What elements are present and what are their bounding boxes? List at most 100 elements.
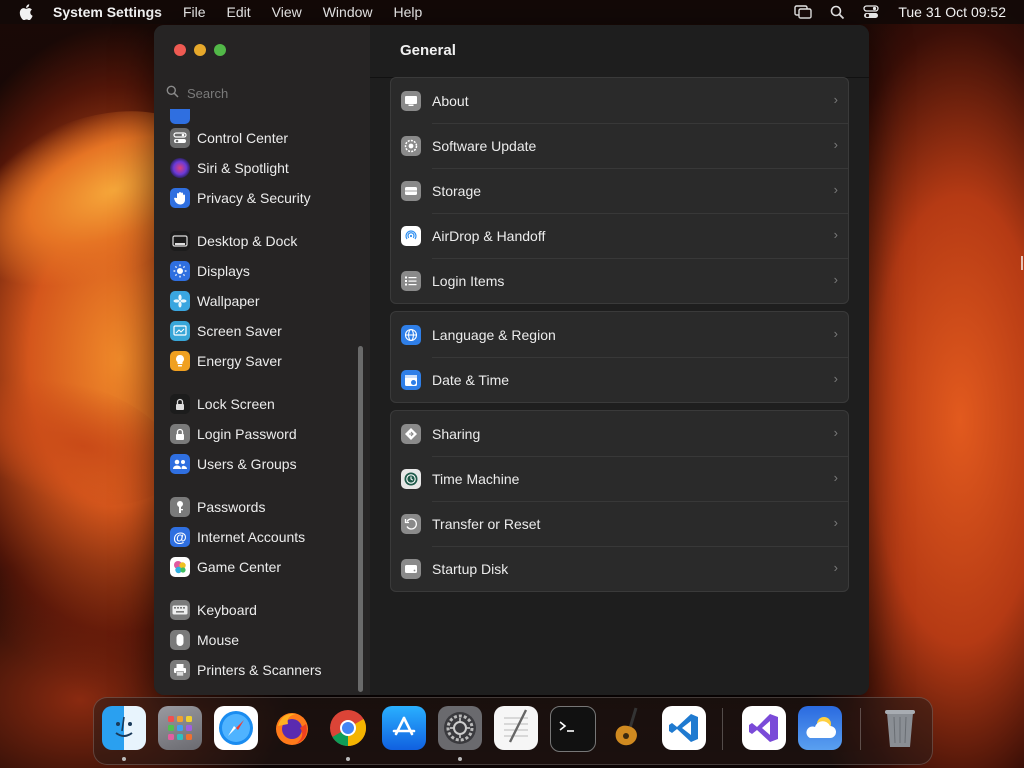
search-field[interactable] [166, 82, 354, 104]
screen-mirroring-icon[interactable] [792, 2, 814, 22]
sidebar-item-game-center[interactable]: Game Center [170, 554, 281, 580]
zoom-window-button[interactable] [214, 44, 226, 56]
row-transfer-reset[interactable]: Transfer or Reset › [391, 501, 848, 546]
sidebar-item-passwords[interactable]: Passwords [170, 494, 265, 520]
finder-icon[interactable] [102, 706, 146, 750]
file-menu[interactable]: File [183, 4, 206, 20]
app-name-menu[interactable]: System Settings [53, 4, 162, 20]
sun-icon [170, 261, 190, 281]
sidebar-scrollbar[interactable] [358, 346, 363, 692]
screen-saver-icon [170, 321, 190, 341]
sidebar-list: Control Center Siri & Spotlight Privacy … [154, 109, 360, 695]
sidebar-item-label: Game Center [197, 559, 282, 575]
edit-menu[interactable]: Edit [227, 4, 251, 20]
sidebar-item-privacy-security[interactable]: Privacy & Security [170, 185, 311, 211]
row-storage[interactable]: Storage › [391, 168, 848, 213]
search-input[interactable] [185, 84, 339, 102]
spotlight-search-icon[interactable] [826, 2, 848, 22]
dock [93, 697, 933, 765]
sidebar-item-label: Desktop & Dock [197, 233, 298, 249]
row-software-update[interactable]: Software Update › [391, 123, 848, 168]
chevron-right-icon: › [833, 182, 838, 197]
launchpad-icon[interactable] [158, 706, 202, 750]
row-time-machine[interactable]: Time Machine › [391, 456, 848, 501]
row-startup-disk[interactable]: Startup Disk › [391, 546, 848, 591]
dock-icon [170, 231, 190, 251]
view-menu[interactable]: View [272, 4, 302, 20]
chrome-icon[interactable] [326, 706, 370, 750]
row-date-time[interactable]: Date & Time › [391, 357, 848, 402]
reset-icon [401, 513, 421, 534]
row-label: Time Machine [432, 470, 520, 487]
row-airdrop-handoff[interactable]: AirDrop & Handoff › [391, 213, 848, 258]
sidebar-item-wallpaper[interactable]: Wallpaper [170, 288, 260, 314]
app-store-icon[interactable] [382, 706, 426, 750]
trash-icon[interactable] [878, 706, 922, 750]
textedit-icon[interactable] [494, 706, 538, 750]
row-about[interactable]: About › [391, 78, 848, 123]
garageband-icon[interactable] [606, 706, 650, 750]
menubar-clock[interactable]: Tue 31 Oct 09:52 [898, 4, 1006, 20]
sidebar-item-label: Energy Saver [197, 353, 282, 369]
sidebar-item-users-groups[interactable]: Users & Groups [170, 451, 297, 477]
sidebar-item-label: Lock Screen [197, 396, 275, 412]
time-machine-icon [401, 468, 421, 489]
running-indicator [458, 757, 462, 761]
weather-icon[interactable] [798, 706, 842, 750]
sidebar-item-siri-spotlight[interactable]: Siri & Spotlight [170, 155, 289, 181]
window-menu[interactable]: Window [323, 4, 373, 20]
apple-menu-icon[interactable] [19, 4, 33, 21]
chevron-right-icon: › [833, 560, 838, 575]
sidebar-item-label: Passwords [197, 499, 266, 515]
sidebar-item-keyboard[interactable]: Keyboard [170, 597, 257, 623]
vscode-icon[interactable] [662, 706, 706, 750]
hand-icon [170, 188, 190, 208]
content-header: General [370, 25, 869, 78]
terminal-icon[interactable] [550, 706, 596, 752]
key-icon [170, 497, 190, 517]
row-sharing[interactable]: Sharing › [391, 411, 848, 456]
chevron-right-icon: › [833, 515, 838, 530]
sidebar-item-label: Siri & Spotlight [197, 160, 289, 176]
chevron-right-icon: › [833, 326, 838, 341]
sidebar-item-desktop-dock[interactable]: Desktop & Dock [170, 228, 297, 254]
control-center-icon[interactable] [860, 2, 882, 22]
keyboard-icon [170, 600, 190, 620]
list-icon [401, 270, 421, 291]
dock-separator [722, 708, 723, 750]
sidebar-item-displays[interactable]: Displays [170, 258, 250, 284]
visual-studio-icon[interactable] [742, 706, 786, 750]
system-settings-icon[interactable] [438, 706, 482, 750]
sharing-icon [401, 423, 421, 444]
safari-icon[interactable] [214, 706, 258, 750]
row-login-items[interactable]: Login Items › [391, 258, 848, 303]
row-label: Language & Region [432, 326, 556, 343]
row-language-region[interactable]: Language & Region › [391, 312, 848, 357]
sidebar-item-label: Mouse [197, 632, 240, 648]
sidebar-item-mouse[interactable]: Mouse [170, 627, 239, 653]
sidebar-item-login-password[interactable]: Login Password [170, 421, 297, 447]
sidebar-item-printers-scanners[interactable]: Printers & Scanners [170, 657, 322, 683]
help-menu[interactable]: Help [394, 4, 423, 20]
sidebar-item-screen-saver[interactable]: Screen Saver [170, 318, 282, 344]
close-window-button[interactable] [174, 44, 186, 56]
sidebar-item-internet-accounts[interactable]: @ Internet Accounts [170, 524, 305, 550]
printer-icon [170, 660, 190, 680]
minimize-window-button[interactable] [194, 44, 206, 56]
sidebar-item-energy-saver[interactable]: Energy Saver [170, 348, 282, 374]
airdrop-icon [401, 225, 421, 246]
running-indicator [122, 757, 126, 761]
calendar-icon [401, 369, 421, 390]
window-controls [174, 44, 226, 56]
row-label: Startup Disk [432, 560, 509, 577]
row-label: Sharing [432, 425, 481, 442]
sidebar-item-lock-screen[interactable]: Lock Screen [170, 391, 275, 417]
row-label: Transfer or Reset [432, 515, 541, 532]
sidebar-item-control-center[interactable]: Control Center [170, 125, 288, 151]
settings-group: About › Software Update › Storage › AirD… [390, 77, 849, 304]
chevron-right-icon: › [833, 137, 838, 152]
sidebar-item-label: Login Password [197, 426, 297, 442]
chevron-right-icon: › [833, 470, 838, 485]
firefox-icon[interactable] [270, 706, 314, 750]
at-icon: @ [170, 527, 190, 547]
